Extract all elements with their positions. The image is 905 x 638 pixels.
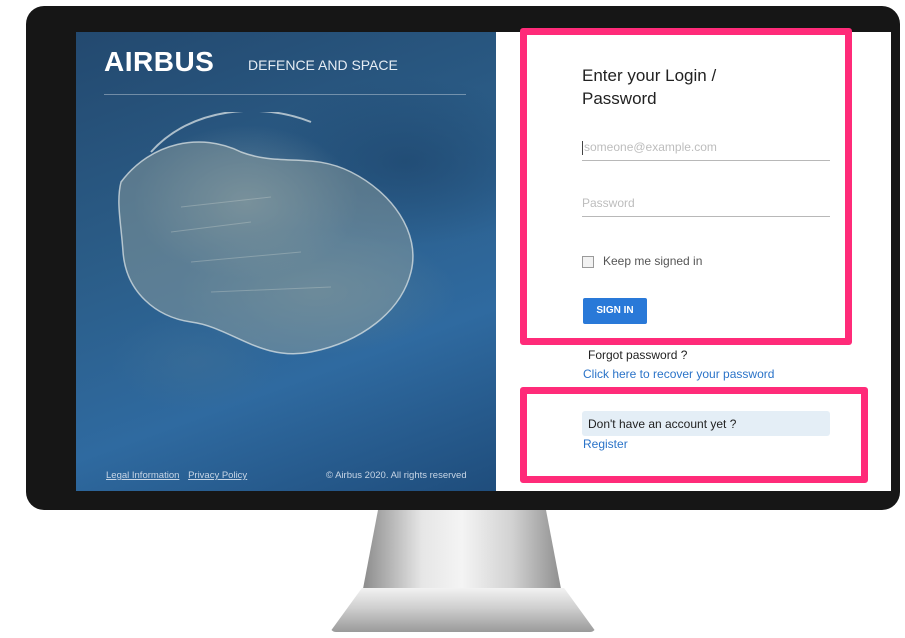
copyright-text: © Airbus 2020. All rights reserved bbox=[326, 470, 467, 481]
monitor-stand-neck bbox=[362, 510, 562, 594]
forgot-password-text: Forgot password ? bbox=[588, 348, 688, 362]
header-divider bbox=[104, 94, 466, 95]
login-highlight-box bbox=[520, 28, 852, 345]
register-highlight-box bbox=[520, 387, 868, 483]
logo-tagline: DEFENCE AND SPACE bbox=[248, 57, 398, 73]
legal-information-link[interactable]: Legal Information bbox=[106, 470, 179, 481]
recover-password-link[interactable]: Click here to recover your password bbox=[583, 367, 774, 381]
monitor-stand-base bbox=[330, 588, 596, 632]
satellite-coastline-image bbox=[118, 112, 414, 355]
hero-image-panel: AIRBUS DEFENCE AND SPACE Legal Informati… bbox=[76, 32, 496, 491]
footer-links: Legal Information Privacy Policy bbox=[106, 470, 253, 481]
privacy-policy-link[interactable]: Privacy Policy bbox=[188, 470, 247, 481]
airbus-logo: AIRBUS bbox=[104, 46, 215, 77]
